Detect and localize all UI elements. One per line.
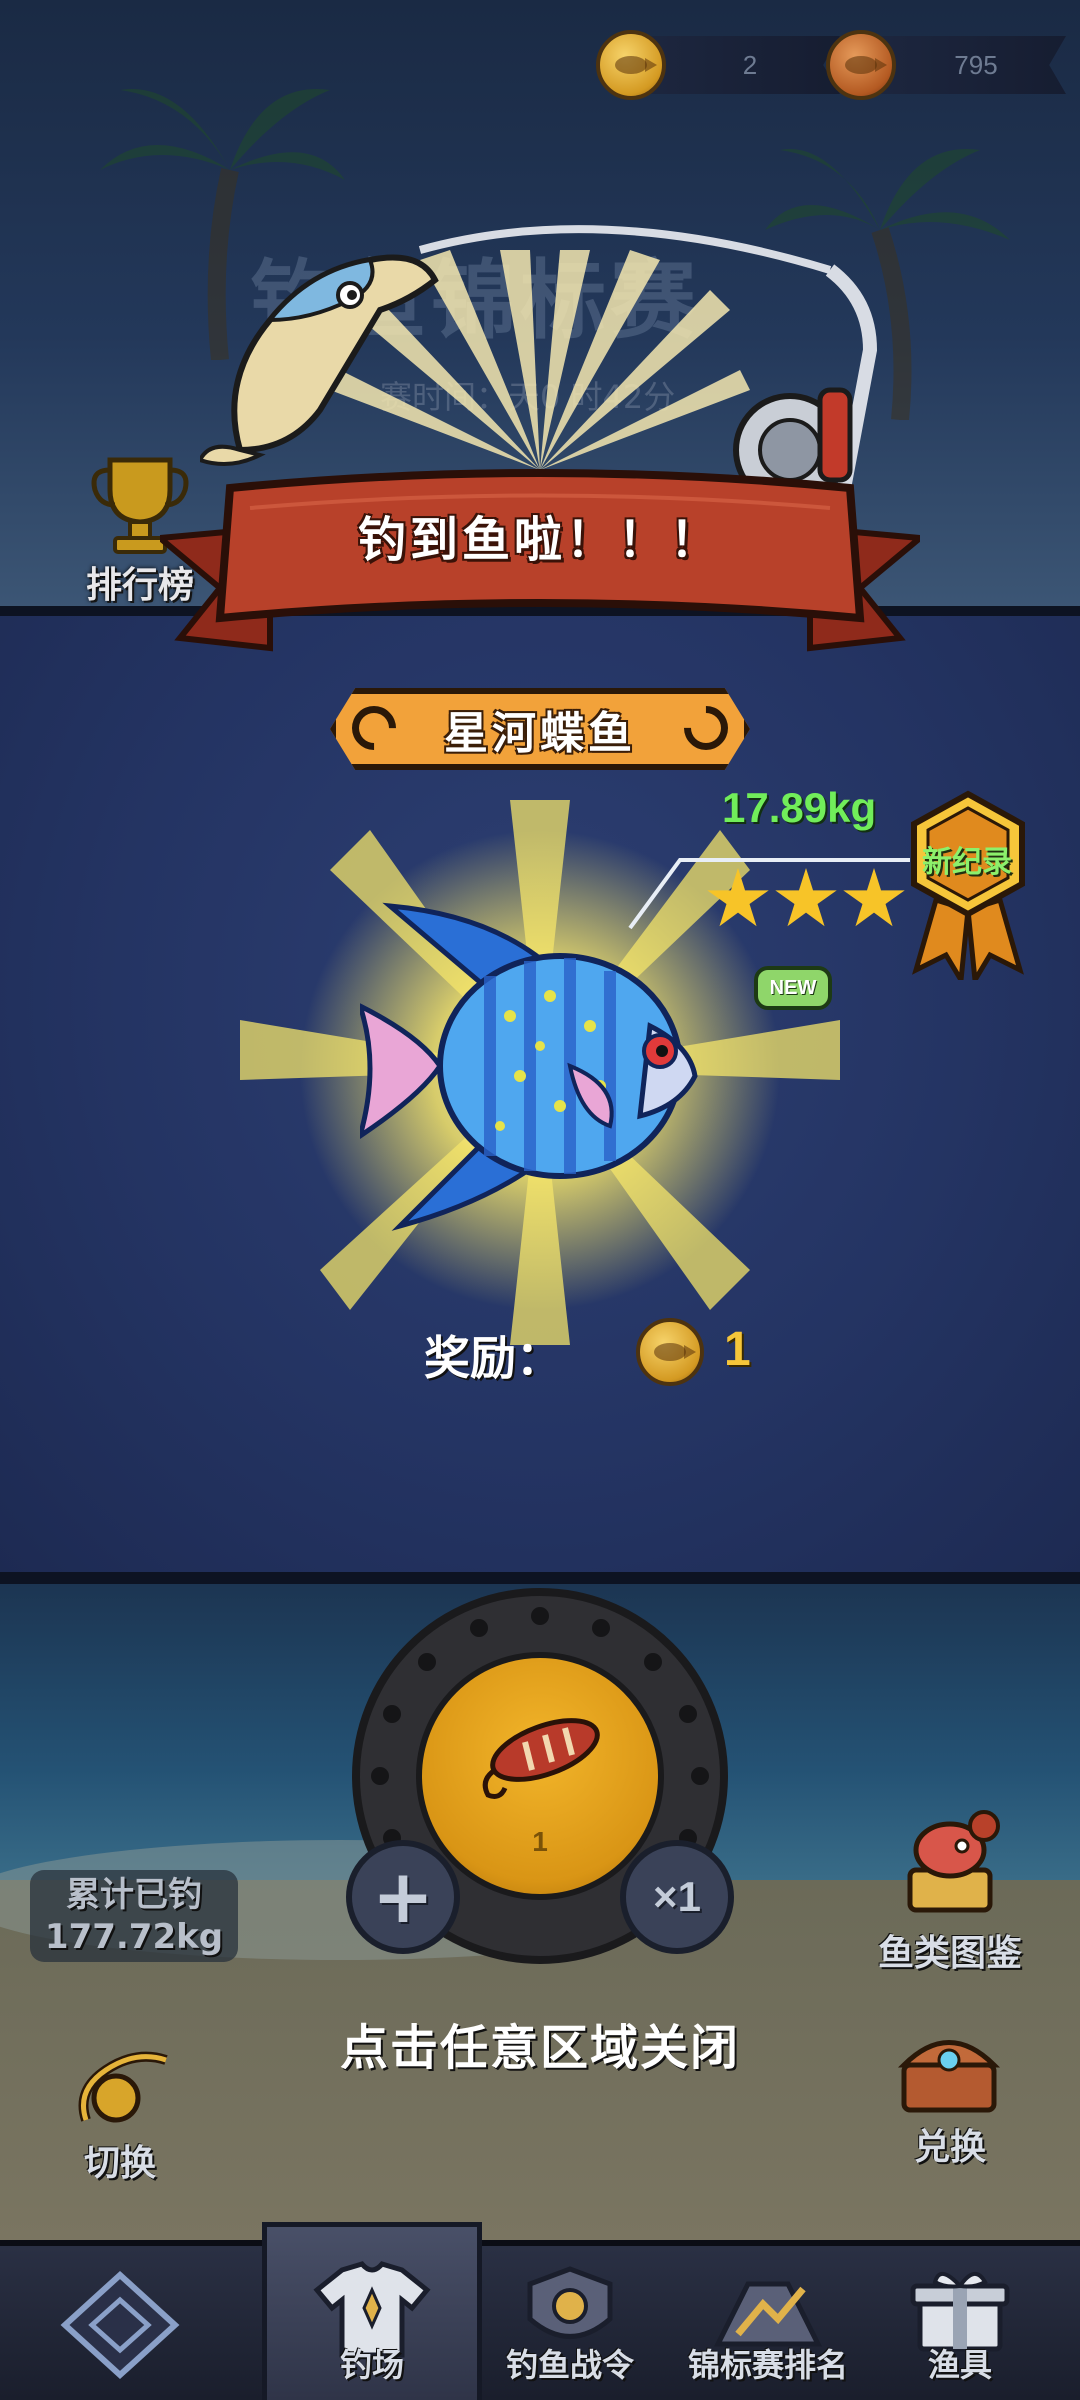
exchange-label: 兑换	[913, 2127, 986, 2168]
treasure-chest-icon	[897, 2040, 1001, 2113]
star-icon	[707, 868, 769, 927]
nav-label: 钓鱼战令	[505, 2346, 634, 2384]
switch-rod-icon	[78, 2051, 168, 2123]
switch-label: 切换	[83, 2143, 156, 2184]
result-banner-title: 钓到鱼啦！！！	[357, 512, 722, 568]
reward-count: 1	[724, 1323, 751, 1376]
nav-label: 钓场	[339, 2346, 404, 2384]
new-record-badge	[911, 790, 1025, 980]
multiplier-button[interactable]: ×1	[620, 1840, 734, 1954]
exchange-button[interactable]: 兑换	[880, 2020, 1020, 2170]
fish-name: 星河蝶鱼	[444, 708, 636, 759]
new-tag: NEW	[754, 966, 832, 1010]
encyclopedia-label: 鱼类图鉴	[877, 1933, 1022, 1974]
multiplier-label: ×1	[653, 1873, 701, 1920]
nav-fishing-pass[interactable]: 钓鱼战令	[470, 2250, 670, 2400]
nav-tournament-ranking[interactable]: 锦标赛排名	[668, 2250, 868, 2400]
nav-fishing-gear[interactable]: 渔具	[860, 2250, 1060, 2400]
nav-label: 渔具	[927, 2346, 992, 2384]
nav-fishing-ground[interactable]: 钓场	[272, 2250, 472, 2400]
nav-back[interactable]	[20, 2250, 220, 2400]
switch-button[interactable]: 切换	[50, 2030, 190, 2186]
fishing-lure-icon	[482, 1718, 600, 1799]
butterflyfish-image	[360, 902, 698, 1231]
new-record-label: 新纪录	[922, 845, 1012, 880]
bronze-fish-coin-icon	[826, 30, 896, 100]
gold-fish-coin-icon	[596, 30, 666, 100]
reward-label: 奖励：	[424, 1331, 562, 1385]
star-rating	[706, 868, 906, 930]
divider	[0, 1572, 1080, 1584]
star-icon	[775, 868, 837, 927]
star-icon	[843, 868, 905, 927]
cumulative-weight-badge: 累计已钓 177.72kg	[30, 1870, 238, 1962]
cumulative-value: 177.72kg	[44, 1917, 224, 1957]
gold-fish-coin-icon	[636, 1318, 704, 1386]
nav-label: 锦标赛排名	[687, 2346, 848, 2384]
bait-count: 1	[532, 1826, 548, 1857]
fish-chest-icon	[907, 1810, 1000, 1913]
fish-weight: 17.89kg	[722, 784, 877, 831]
plus-icon: +	[371, 1854, 434, 1940]
fish-encyclopedia-button[interactable]: 鱼类图鉴	[860, 1810, 1040, 1976]
add-bait-button[interactable]: +	[346, 1840, 460, 1954]
back-diamond-icon	[60, 2270, 180, 2380]
cumulative-label: 累计已钓	[66, 1875, 202, 1915]
